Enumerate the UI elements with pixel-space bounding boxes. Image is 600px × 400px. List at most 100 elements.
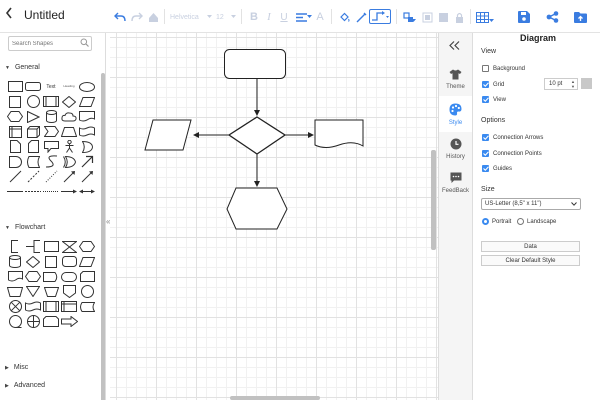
font-family-select[interactable]: Helvetica bbox=[170, 9, 210, 25]
internal-storage-shape[interactable] bbox=[6, 124, 24, 139]
view-option[interactable]: View bbox=[482, 96, 506, 103]
fc-stored-data-shape[interactable] bbox=[78, 299, 96, 314]
hexagon-shape[interactable] bbox=[6, 109, 24, 124]
category-misc[interactable]: ▶ Misc bbox=[5, 364, 28, 371]
category-flowchart[interactable]: ▼ Flowchart bbox=[5, 224, 45, 231]
data-button[interactable]: Data bbox=[481, 241, 580, 252]
horizontal-dotted-line-shape[interactable] bbox=[42, 184, 60, 199]
document-title[interactable]: Untitled bbox=[24, 8, 65, 22]
fc-internal-storage-shape[interactable] bbox=[60, 299, 78, 314]
landscape-radio[interactable] bbox=[517, 218, 524, 225]
annotation-shape[interactable] bbox=[6, 239, 24, 254]
fc-data-shape[interactable] bbox=[78, 254, 96, 269]
canvas-horizontal-scrollbar[interactable] bbox=[230, 396, 320, 400]
search-input[interactable] bbox=[12, 38, 78, 49]
collate-shape[interactable] bbox=[60, 239, 78, 254]
square-shape[interactable] bbox=[6, 94, 24, 109]
note-shape[interactable] bbox=[6, 139, 24, 154]
dashed-line-shape[interactable] bbox=[24, 169, 42, 184]
fc-loop-limit-shape[interactable] bbox=[42, 314, 60, 329]
cloud-shape[interactable] bbox=[60, 109, 78, 124]
format-painter-icon[interactable] bbox=[146, 9, 160, 25]
clear-default-style-button[interactable]: Clear Default Style bbox=[481, 255, 580, 266]
fc-document-shape[interactable] bbox=[6, 269, 24, 284]
landscape-option[interactable]: Landscape bbox=[517, 218, 556, 225]
bidirectional-arrow-shape[interactable] bbox=[78, 184, 96, 199]
rounded-rectangle-shape[interactable] bbox=[24, 79, 42, 94]
xor-shape[interactable] bbox=[60, 154, 78, 169]
paper-size-select[interactable]: US-Letter (8,5" x 11") bbox=[481, 198, 581, 210]
text-shape[interactable]: Text bbox=[42, 79, 60, 94]
underline-icon[interactable]: U bbox=[278, 9, 290, 25]
portrait-radio[interactable] bbox=[482, 218, 489, 225]
undo-icon[interactable] bbox=[113, 9, 127, 25]
heading-shape[interactable]: Heading bbox=[60, 79, 78, 94]
fc-database-shape[interactable] bbox=[6, 254, 24, 269]
process-shape[interactable] bbox=[42, 94, 60, 109]
table-icon[interactable] bbox=[475, 9, 489, 25]
connection-points-option[interactable]: Connection Points bbox=[482, 150, 542, 157]
delay-shape[interactable] bbox=[6, 154, 24, 169]
grid-checkbox[interactable] bbox=[482, 81, 489, 88]
hexagon-shape[interactable] bbox=[226, 187, 288, 230]
search-icon[interactable] bbox=[80, 38, 89, 49]
stepper-arrows-icon[interactable]: ▲ ▼ bbox=[571, 79, 575, 89]
font-color-icon[interactable]: A bbox=[314, 9, 326, 25]
canvas-vertical-scrollbar[interactable] bbox=[431, 150, 436, 250]
line-color-icon[interactable] bbox=[355, 9, 367, 25]
font-size-select[interactable]: 12 bbox=[216, 9, 228, 25]
category-general[interactable]: ▼ General bbox=[5, 64, 40, 71]
triangle-shape[interactable] bbox=[24, 109, 42, 124]
circle-shape[interactable] bbox=[24, 94, 42, 109]
horizontal-arrow-shape[interactable] bbox=[60, 184, 78, 199]
step-shape[interactable] bbox=[42, 124, 60, 139]
curve-shape[interactable] bbox=[42, 154, 60, 169]
bracket-annotation-shape[interactable] bbox=[24, 239, 42, 254]
horizontal-line-shape[interactable] bbox=[6, 184, 24, 199]
cylinder-shape[interactable] bbox=[42, 109, 60, 124]
grid-size-input[interactable]: 10 pt ▲ ▼ bbox=[544, 78, 578, 90]
document-shape[interactable] bbox=[78, 109, 96, 124]
fc-rounded-shape[interactable] bbox=[60, 254, 78, 269]
ellipse-shape[interactable] bbox=[78, 79, 96, 94]
diagram-canvas[interactable] bbox=[110, 33, 438, 400]
arrow-up-right-shape[interactable] bbox=[78, 154, 96, 169]
tab-history[interactable]: History bbox=[439, 131, 472, 167]
decision-shape[interactable] bbox=[24, 254, 42, 269]
export-folder-icon[interactable] bbox=[573, 9, 587, 25]
fc-connector-shape[interactable] bbox=[78, 284, 96, 299]
fc-manual-operation-shape[interactable] bbox=[6, 284, 24, 299]
bold-icon[interactable]: B bbox=[248, 9, 260, 25]
fc-trapezoid-shape[interactable] bbox=[42, 284, 60, 299]
connection-arrows-checkbox[interactable] bbox=[482, 134, 489, 141]
fc-hexagon-shape[interactable] bbox=[78, 239, 96, 254]
fc-offpage-shape[interactable] bbox=[60, 284, 78, 299]
input-parallelogram[interactable] bbox=[144, 119, 192, 151]
fc-or-shape[interactable] bbox=[24, 314, 42, 329]
connector-style-button[interactable] bbox=[369, 9, 391, 24]
callout-shape[interactable] bbox=[42, 139, 60, 154]
tab-feedback[interactable]: FeedBack bbox=[439, 165, 472, 201]
fc-arrow-shape[interactable] bbox=[60, 314, 78, 329]
rectangle-shape[interactable] bbox=[6, 79, 24, 94]
start-rounded-rectangle[interactable] bbox=[224, 49, 286, 79]
category-advanced[interactable]: ▶ Advanced bbox=[5, 382, 45, 389]
diamond-shape[interactable] bbox=[60, 94, 78, 109]
fc-rectangle-shape[interactable] bbox=[42, 239, 60, 254]
save-icon[interactable] bbox=[517, 9, 531, 25]
fc-card-shape[interactable] bbox=[78, 269, 96, 284]
share-icon[interactable] bbox=[545, 9, 559, 25]
line-shape[interactable] bbox=[6, 169, 24, 184]
tape-shape[interactable] bbox=[78, 124, 96, 139]
background-option[interactable]: Background bbox=[482, 65, 525, 72]
actor-shape[interactable] bbox=[60, 139, 78, 154]
fc-punched-tape-shape[interactable] bbox=[24, 299, 42, 314]
card-shape[interactable] bbox=[24, 139, 42, 154]
document-shape[interactable] bbox=[314, 119, 364, 148]
guides-checkbox[interactable] bbox=[482, 165, 489, 172]
tab-style[interactable]: Style bbox=[439, 96, 472, 132]
to-front-icon[interactable] bbox=[421, 9, 433, 25]
data-storage-shape[interactable] bbox=[24, 154, 42, 169]
back-arrow-icon[interactable] bbox=[4, 6, 20, 26]
grid-option[interactable]: Grid bbox=[482, 81, 504, 88]
